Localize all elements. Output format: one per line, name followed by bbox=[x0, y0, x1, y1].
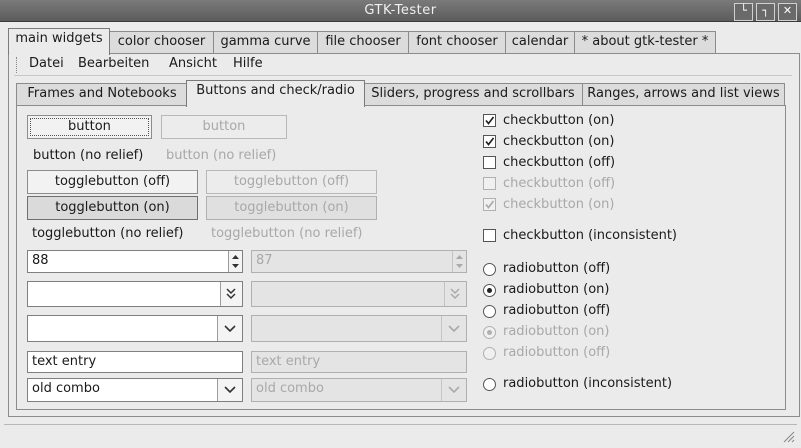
double-chevron-down-icon[interactable] bbox=[221, 282, 241, 306]
checkbox-6-inconsistent[interactable] bbox=[483, 229, 496, 242]
togglebutton-on-disabled: togglebutton (on) bbox=[206, 196, 377, 220]
menu-bearbeiten[interactable]: Bearbeiten bbox=[78, 56, 149, 71]
togglebutton-no-relief[interactable]: togglebutton (no relief) bbox=[32, 226, 184, 241]
checkbutton-label-1[interactable]: checkbutton (on) bbox=[503, 113, 614, 128]
combo-box-entry[interactable] bbox=[27, 281, 243, 307]
menu-datei[interactable]: Datei bbox=[29, 56, 64, 71]
combo-box-entry-disabled bbox=[251, 281, 467, 307]
tab-file-chooser[interactable]: file chooser bbox=[317, 31, 409, 54]
old-combo-arrow[interactable] bbox=[217, 379, 242, 401]
checkbutton-label-4: checkbutton (off) bbox=[503, 176, 616, 191]
togglebutton-off[interactable]: togglebutton (off) bbox=[27, 170, 198, 194]
check-icon bbox=[485, 116, 495, 125]
old-combo-arrow-disabled bbox=[441, 379, 466, 401]
tab-buttons-check-radio[interactable]: Buttons and check/radio bbox=[186, 80, 365, 107]
check-icon bbox=[485, 200, 495, 209]
button-disabled: button bbox=[161, 115, 287, 139]
tab-calendar[interactable]: calendar bbox=[505, 31, 575, 54]
title-bar[interactable]: GTK-Tester └ ┐ ✕ bbox=[0, 0, 801, 22]
spin-value-disabled: 87 bbox=[256, 253, 273, 268]
chevron-down-icon bbox=[448, 386, 460, 394]
radio-5-disabled bbox=[483, 347, 496, 360]
spin-up-down-icon[interactable] bbox=[229, 251, 242, 272]
tab-frames-notebooks[interactable]: Frames and Notebooks bbox=[16, 83, 188, 106]
radiobutton-label-2[interactable]: radiobutton (on) bbox=[503, 282, 609, 297]
radiobutton-label-4: radiobutton (on) bbox=[503, 324, 610, 339]
radiobutton-label-1[interactable]: radiobutton (off) bbox=[503, 261, 610, 276]
close-icon[interactable]: ✕ bbox=[778, 3, 797, 21]
spin-arrows[interactable] bbox=[228, 251, 242, 272]
radio-dot-icon bbox=[487, 288, 492, 293]
checkbutton-label-3[interactable]: checkbutton (off) bbox=[503, 155, 615, 170]
spin-up-down-icon bbox=[456, 255, 463, 268]
maximize-icon[interactable]: ┐ bbox=[756, 3, 775, 21]
text-entry[interactable]: text entry bbox=[27, 351, 243, 373]
spin-arrows-disabled bbox=[452, 251, 466, 272]
radiobutton-label-6[interactable]: radiobutton (inconsistent) bbox=[503, 376, 672, 391]
chevron-down-icon[interactable] bbox=[218, 379, 242, 401]
double-chevron-down-icon bbox=[450, 288, 460, 300]
tab-font-chooser[interactable]: font chooser bbox=[408, 31, 506, 54]
radio-4-disabled bbox=[483, 326, 496, 339]
old-combo[interactable]: old combo bbox=[27, 378, 243, 402]
radio-dot-icon bbox=[487, 330, 492, 335]
tab-about[interactable]: * about gtk-tester * bbox=[574, 31, 716, 54]
menu-hilfe[interactable]: Hilfe bbox=[233, 56, 263, 71]
radio-1[interactable] bbox=[483, 263, 496, 276]
minimize-icon[interactable]: └ bbox=[734, 3, 753, 21]
tab-sliders-progress[interactable]: Sliders, progress and scrollbars bbox=[363, 83, 583, 106]
radiobutton-label-3[interactable]: radiobutton (off) bbox=[503, 303, 610, 318]
checkbutton-label-2[interactable]: checkbutton (on) bbox=[503, 134, 614, 149]
sub-tab-strip: Frames and Notebooks Buttons and check/r… bbox=[16, 80, 786, 107]
combo-box-arrow-disabled bbox=[441, 316, 466, 341]
button-no-relief[interactable]: button (no relief) bbox=[33, 148, 143, 163]
button-no-relief-disabled: button (no relief) bbox=[166, 148, 277, 163]
combo-dropdown[interactable] bbox=[220, 282, 242, 306]
status-bar bbox=[4, 424, 797, 444]
menu-handle[interactable] bbox=[16, 57, 19, 73]
old-combo-disabled: old combo bbox=[251, 378, 467, 402]
checkbox-5-disabled bbox=[483, 198, 496, 211]
togglebutton-on[interactable]: togglebutton (on) bbox=[27, 196, 198, 220]
spin-button[interactable]: 88 bbox=[27, 250, 243, 273]
checkbutton-label-5: checkbutton (on) bbox=[503, 197, 615, 212]
old-combo-value: old combo bbox=[32, 381, 100, 396]
checkbox-2[interactable] bbox=[483, 135, 496, 148]
checkbox-1[interactable] bbox=[483, 114, 496, 127]
resize-grip-icon[interactable] bbox=[781, 429, 795, 443]
radio-2[interactable] bbox=[483, 284, 496, 297]
combo-box-arrow[interactable] bbox=[217, 316, 242, 341]
radio-6-inconsistent[interactable] bbox=[483, 378, 496, 391]
combo-box[interactable] bbox=[27, 315, 243, 342]
radio-3[interactable] bbox=[483, 305, 496, 318]
checkbox-3[interactable] bbox=[483, 156, 496, 169]
check-icon bbox=[485, 137, 495, 146]
tab-gamma-curve[interactable]: gamma curve bbox=[213, 31, 318, 54]
spin-value: 88 bbox=[32, 253, 49, 268]
old-combo-value-disabled: old combo bbox=[256, 381, 324, 396]
tab-ranges-arrows[interactable]: Ranges, arrows and list views bbox=[582, 83, 785, 106]
spin-button-disabled: 87 bbox=[251, 250, 467, 273]
tab-color-chooser[interactable]: color chooser bbox=[109, 31, 214, 54]
menu-ansicht[interactable]: Ansicht bbox=[169, 56, 217, 71]
window-title: GTK-Tester bbox=[364, 3, 437, 18]
checkbutton-label-6[interactable]: checkbutton (inconsistent) bbox=[503, 228, 677, 243]
main-tab-strip: main widgets color chooser gamma curve f… bbox=[8, 28, 798, 55]
chevron-down-icon bbox=[448, 325, 460, 333]
text-entry-disabled: text entry bbox=[251, 351, 467, 373]
radiobutton-label-5: radiobutton (off) bbox=[503, 345, 611, 360]
combo-box-disabled bbox=[251, 315, 467, 342]
chevron-down-icon[interactable] bbox=[218, 316, 242, 341]
combo-dropdown-disabled bbox=[444, 282, 466, 306]
checkbox-4-disabled bbox=[483, 177, 496, 190]
tab-main-widgets[interactable]: main widgets bbox=[8, 28, 110, 55]
togglebutton-off-disabled: togglebutton (off) bbox=[206, 170, 377, 194]
menu-bar: Datei Bearbeiten Ansicht Hilfe bbox=[14, 54, 792, 76]
button[interactable]: button bbox=[27, 115, 152, 139]
togglebutton-no-relief-disabled: togglebutton (no relief) bbox=[211, 226, 363, 241]
